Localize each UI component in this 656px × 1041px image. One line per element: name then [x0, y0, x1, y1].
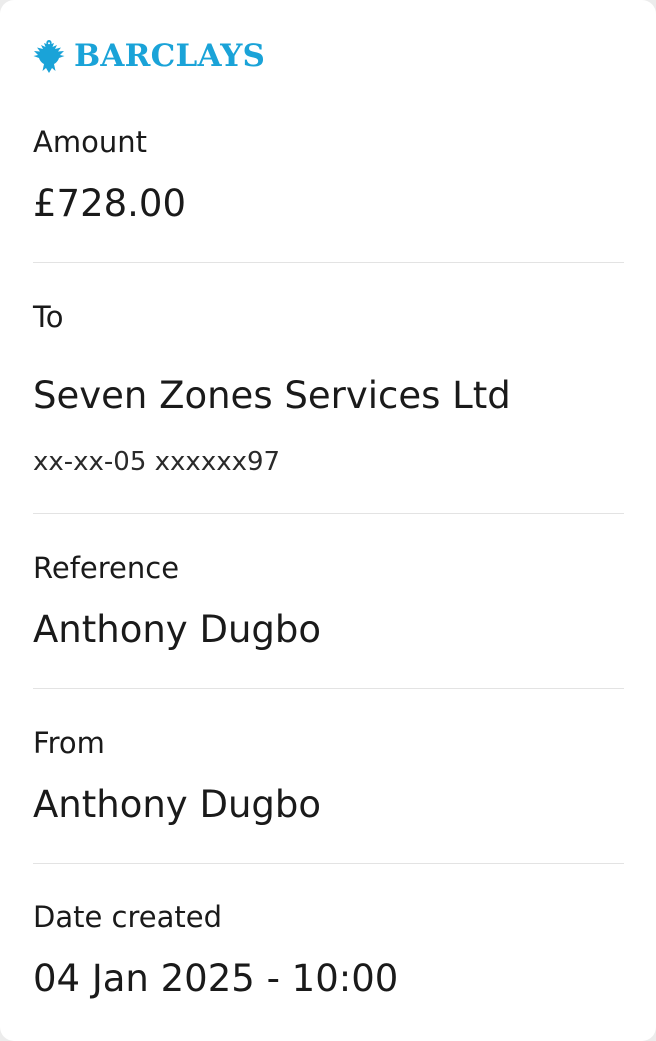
eagle-icon — [32, 38, 66, 74]
to-label: To — [33, 300, 64, 334]
reference-label: Reference — [33, 551, 180, 585]
divider — [33, 513, 624, 514]
payee-name: Seven Zones Services Ltd — [33, 374, 511, 417]
divider — [33, 688, 624, 689]
reference-value: Anthony Dugbo — [33, 608, 322, 651]
payment-details-card: BARCLAYS Amount £728.00 To Seven Zones S… — [0, 0, 656, 1041]
divider — [33, 262, 624, 263]
from-value: Anthony Dugbo — [33, 783, 322, 826]
date-created-label: Date created — [33, 900, 222, 934]
barclays-logo: BARCLAYS — [32, 36, 265, 76]
amount-label: Amount — [33, 125, 147, 159]
brand-name: BARCLAYS — [74, 38, 266, 74]
date-created-value: 04 Jan 2025 - 10:00 — [33, 957, 399, 1000]
amount-value: £728.00 — [33, 182, 187, 225]
payee-account: xx-xx-05 xxxxxx97 — [33, 447, 281, 477]
from-label: From — [33, 726, 105, 760]
divider — [33, 863, 624, 864]
